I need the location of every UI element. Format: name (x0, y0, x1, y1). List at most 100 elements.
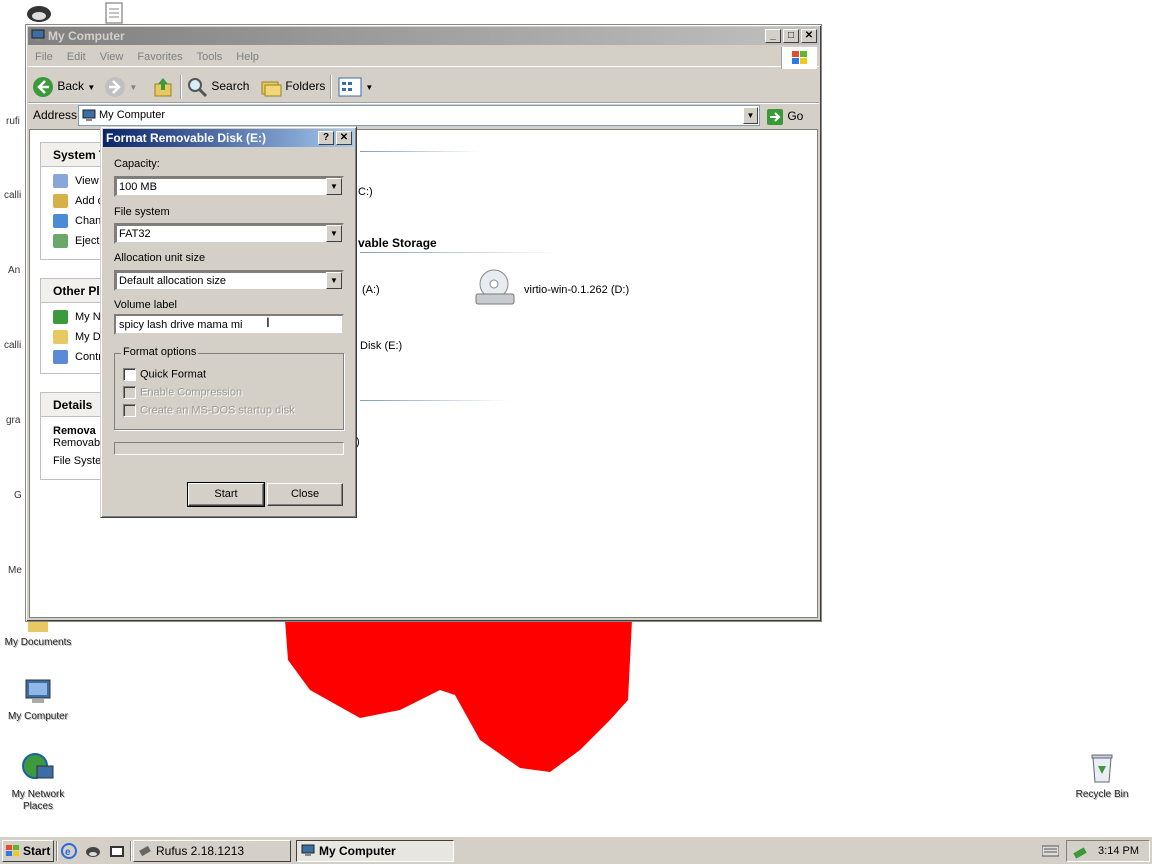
views-icon (338, 77, 362, 97)
chevron-down-icon[interactable]: ▼ (326, 178, 342, 195)
toolbar: Back ▼ ▼ Search Folders ▼ (28, 69, 819, 103)
go-arrow-icon (767, 108, 783, 125)
maximize-button[interactable]: □ (783, 29, 799, 43)
menu-edit[interactable]: Edit (60, 47, 93, 67)
chevron-down-icon[interactable]: ▼ (326, 225, 342, 242)
up-folder-button[interactable] (152, 75, 174, 97)
chevron-down-icon: ▼ (129, 83, 138, 92)
control-panel-icon (53, 350, 68, 364)
computer-icon (82, 109, 96, 121)
desktop-icon-my-documents[interactable]: My Documents (0, 618, 76, 649)
info-icon (53, 174, 68, 188)
explorer-title: My Computer (48, 29, 125, 43)
safely-remove-hardware-icon[interactable] (1072, 844, 1088, 860)
start-button[interactable]: Start (2, 840, 54, 862)
address-input[interactable]: My Computer ▼ (78, 105, 760, 126)
go-button[interactable]: Go (766, 106, 803, 126)
computer-icon (31, 29, 45, 41)
dialog-close-button[interactable]: ✕ (336, 131, 352, 145)
msdos-startup-checkbox: Create an MS-DOS startup disk (123, 404, 295, 418)
menu-help[interactable]: Help (229, 47, 266, 67)
desktop-icon-recycle-bin[interactable]: Recycle Bin (1064, 752, 1140, 801)
ie-quicklaunch-icon[interactable]: e (60, 842, 78, 860)
computer-icon (25, 679, 51, 703)
network-globe-icon (22, 753, 54, 779)
volume-label-input[interactable] (116, 316, 342, 333)
quick-format-checkbox[interactable]: Quick Format (123, 368, 206, 382)
chevron-down-icon[interactable]: ▼ (326, 272, 342, 289)
file-system-select[interactable]: FAT32 ▼ (114, 223, 344, 244)
task-rufus[interactable]: Rufus 2.18.1213 (133, 840, 291, 862)
desktop-icon-label-stub[interactable]: rufi (6, 116, 20, 127)
minimize-button[interactable]: _ (765, 29, 781, 43)
task-my-computer[interactable]: My Computer (296, 840, 454, 862)
drive-e-label[interactable]: Disk (E:) (360, 340, 402, 352)
desktop-icon-my-computer[interactable]: My Computer (0, 678, 76, 723)
address-bar: Address My Computer ▼ Go (28, 105, 819, 127)
folders-button[interactable]: Folders (260, 75, 325, 97)
desktop-icon-my-network-places[interactable]: My Network Places (0, 752, 76, 813)
format-dialog-titlebar[interactable]: Format Removable Disk (E:) ? ✕ (103, 129, 354, 147)
drive-d-item[interactable]: virtio-win-0.1.262 (D:) (472, 266, 692, 310)
chevron-down-icon: ▼ (87, 83, 96, 92)
allocation-select[interactable]: Default allocation size ▼ (114, 270, 344, 291)
desktop-icon-label-stub[interactable]: calli (4, 190, 21, 201)
folders-icon (261, 81, 282, 97)
format-dialog: Format Removable Disk (E:) ? ✕ Capacity:… (100, 126, 357, 518)
address-dropdown-button[interactable]: ▼ (743, 107, 758, 124)
views-button[interactable]: ▼ (338, 75, 373, 97)
desktop-icon-label-stub[interactable]: calli (4, 340, 21, 351)
desktop-icon-label: My Documents (4, 637, 72, 648)
file-system-label: File system (114, 206, 170, 218)
capacity-select[interactable]: 100 MB ▼ (114, 176, 344, 197)
menu-tools[interactable]: Tools (190, 47, 230, 67)
keyboard-icon[interactable] (1042, 845, 1059, 857)
desktop-icon-label-stub[interactable]: G (14, 490, 22, 501)
desktop-icon-label-stub[interactable]: gra (6, 415, 20, 426)
explorer-titlebar[interactable]: My Computer _ □ ✕ (28, 27, 819, 45)
computer-icon (301, 844, 315, 856)
menu-favorites[interactable]: Favorites (130, 47, 189, 67)
cd-drive-icon (475, 269, 515, 305)
volume-label-input-wrapper (114, 314, 344, 335)
taskbar: Start e Rufus 2.18.1213 My Computer 3:14… (0, 836, 1152, 864)
text-cursor-icon: I (266, 314, 270, 330)
format-options-title: Format options (121, 346, 199, 358)
media-quicklaunch-icon[interactable] (108, 842, 126, 860)
format-progress-bar (114, 442, 344, 455)
menu-view[interactable]: View (93, 47, 131, 67)
eject-icon (53, 234, 68, 248)
raccoon-quicklaunch-icon[interactable] (84, 842, 102, 860)
rufus-usb-icon (139, 845, 151, 857)
drive-c-label[interactable]: C:) (358, 186, 373, 198)
raccoon-icon[interactable] (24, 2, 54, 22)
recycle-bin-icon (1091, 754, 1113, 783)
notepad-icon[interactable] (104, 2, 124, 24)
menu-file[interactable]: File (28, 47, 60, 67)
address-label: Address (33, 108, 78, 122)
format-options-group: Format options Quick Format Enable Compr… (114, 346, 344, 430)
programs-icon (53, 194, 68, 208)
close-dialog-button[interactable]: Close (267, 483, 343, 506)
removable-storage-header: vable Storage (358, 236, 437, 250)
help-button[interactable]: ? (318, 131, 334, 145)
desktop-icon-label-stub[interactable]: Me (8, 565, 22, 576)
menu-bar: File Edit View Favorites Tools Help (28, 47, 819, 67)
forward-button[interactable]: ▼ (104, 75, 137, 97)
search-button[interactable]: Search (186, 75, 249, 97)
format-dialog-title: Format Removable Disk (E:) (106, 131, 267, 145)
desktop-icon-label: Recycle Bin (1075, 789, 1129, 800)
clock[interactable]: 3:14 PM (1098, 845, 1139, 857)
back-button[interactable]: Back ▼ (32, 75, 95, 97)
forward-arrow-icon (105, 76, 125, 97)
close-button[interactable]: ✕ (801, 29, 817, 43)
desktop-icon-label-stub[interactable]: An (8, 265, 20, 276)
system-tray: 3:14 PM (1066, 840, 1150, 862)
search-icon (188, 77, 208, 97)
network-icon (53, 310, 68, 324)
windows-flag-icon (781, 47, 817, 69)
drive-a-label[interactable]: (A:) (362, 284, 380, 296)
start-format-button[interactable]: Start (187, 482, 265, 507)
drive-d-label: virtio-win-0.1.262 (D:) (524, 284, 630, 296)
svg-text:e: e (65, 847, 71, 858)
